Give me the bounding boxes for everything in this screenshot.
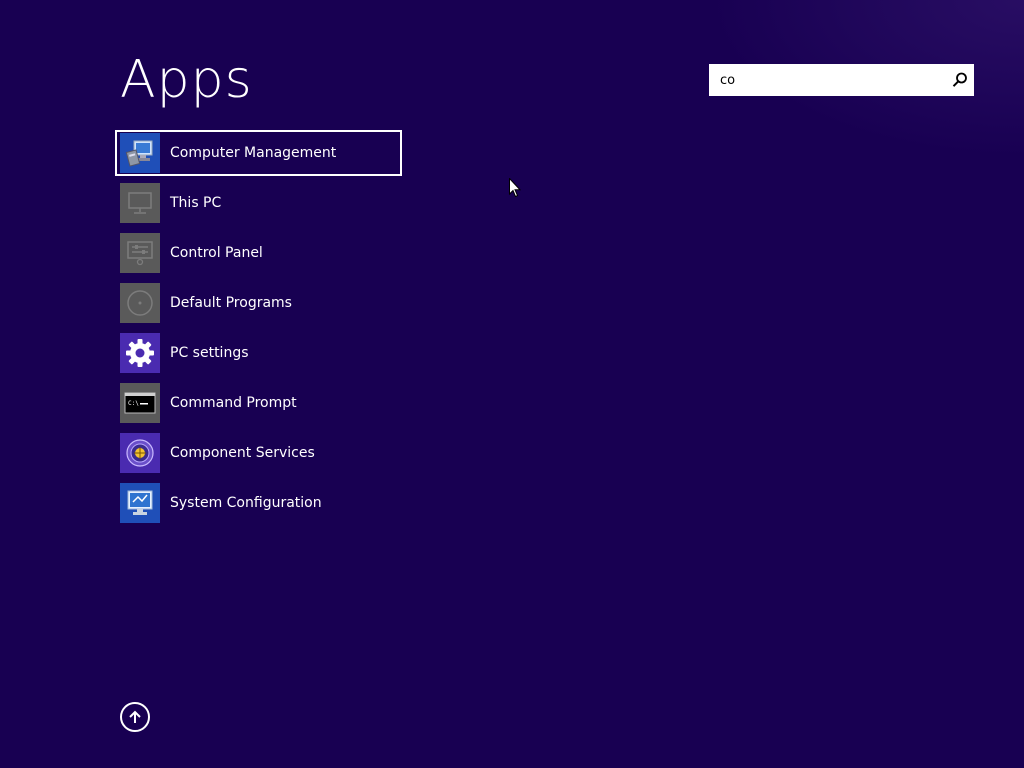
system-configuration-icon [120, 483, 160, 523]
app-label: Computer Management [170, 145, 337, 161]
app-label: PC settings [170, 345, 249, 361]
control-panel-icon [120, 233, 160, 273]
app-label: Default Programs [170, 295, 292, 311]
app-label: Command Prompt [170, 395, 297, 411]
computer-management-icon [120, 133, 160, 173]
app-item-system-configuration[interactable]: System Configuration [115, 480, 402, 526]
search-icon[interactable] [946, 64, 974, 96]
this-pc-icon [120, 183, 160, 223]
app-item-control-panel[interactable]: Control Panel [115, 230, 402, 276]
app-item-computer-management[interactable]: Computer Management [115, 130, 402, 176]
app-item-component-services[interactable]: Component Services [115, 430, 402, 476]
search-input[interactable] [709, 65, 946, 95]
app-item-this-pc[interactable]: This PC [115, 180, 402, 226]
page-title: Apps [120, 50, 253, 110]
app-label: This PC [170, 195, 222, 211]
app-label: Control Panel [170, 245, 263, 261]
app-label: System Configuration [170, 495, 322, 511]
app-item-pc-settings[interactable]: PC settings [115, 330, 402, 376]
mouse-cursor-icon [509, 177, 522, 198]
arrow-up-icon [127, 709, 143, 725]
app-item-command-prompt[interactable]: C:\ Command Prompt [115, 380, 402, 426]
app-label: Component Services [170, 445, 315, 461]
command-prompt-icon: C:\ [120, 383, 160, 423]
search-box[interactable] [709, 64, 974, 96]
component-services-icon [120, 433, 160, 473]
scroll-up-button[interactable] [120, 702, 150, 732]
default-programs-icon [120, 283, 160, 323]
svg-text:C:\: C:\ [128, 400, 139, 407]
app-item-default-programs[interactable]: Default Programs [115, 280, 402, 326]
app-list: Computer Management This PC Control Pane… [115, 130, 405, 530]
gear-icon [120, 333, 160, 373]
